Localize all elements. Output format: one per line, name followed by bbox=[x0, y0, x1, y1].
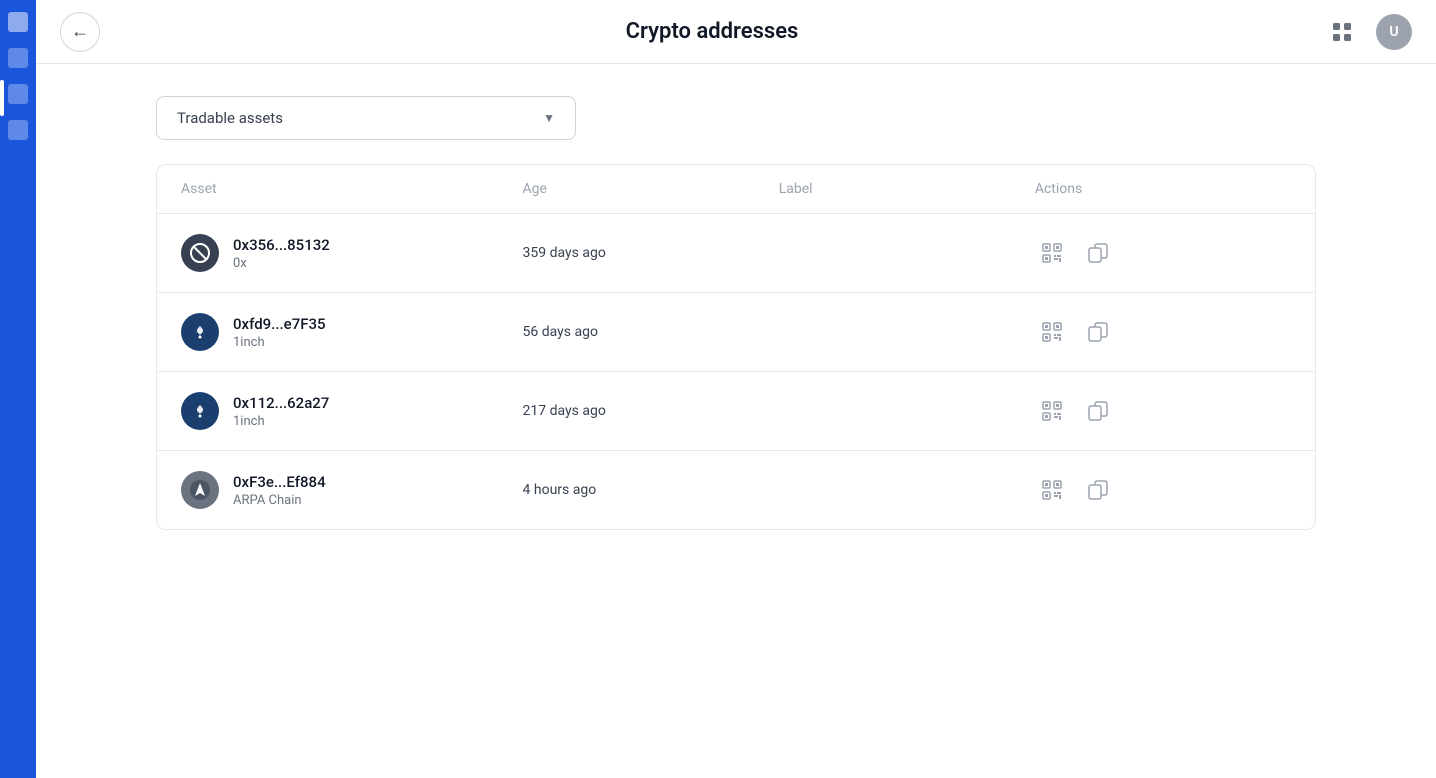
copy-button-1[interactable] bbox=[1081, 236, 1115, 270]
forbidden-icon bbox=[189, 242, 211, 264]
oneinch-icon bbox=[189, 321, 211, 343]
back-button[interactable]: ← bbox=[60, 12, 100, 52]
column-header-actions: Actions bbox=[1035, 181, 1291, 197]
asset-name-4: ARPA Chain bbox=[233, 493, 326, 508]
asset-cell-2: 0xfd9...e7F35 1inch bbox=[181, 313, 523, 351]
sidebar-icon-3[interactable] bbox=[8, 84, 28, 104]
table-header-row: Asset Age Label Actions bbox=[157, 165, 1315, 214]
actions-cell-2 bbox=[1035, 315, 1291, 349]
sidebar bbox=[0, 0, 36, 778]
header: ← Crypto addresses U bbox=[36, 0, 1436, 64]
column-header-age: Age bbox=[523, 181, 779, 197]
asset-info-1: 0x356...85132 0x bbox=[233, 236, 330, 271]
column-header-asset: Asset bbox=[181, 181, 523, 197]
asset-info-2: 0xfd9...e7F35 1inch bbox=[233, 315, 326, 350]
table-row: 0xfd9...e7F35 1inch 56 days ago bbox=[157, 293, 1315, 372]
sidebar-icon-1[interactable] bbox=[8, 12, 28, 32]
asset-info-4: 0xF3e...Ef884 ARPA Chain bbox=[233, 473, 326, 508]
asset-name-1: 0x bbox=[233, 256, 330, 271]
header-right: U bbox=[1324, 14, 1412, 50]
arpa-icon bbox=[189, 479, 211, 501]
qr-button-2[interactable] bbox=[1035, 315, 1069, 349]
asset-icon-2 bbox=[181, 313, 219, 351]
filter-container: Tradable assets ▼ bbox=[156, 96, 1316, 140]
asset-name-3: 1inch bbox=[233, 414, 329, 429]
asset-cell-1: 0x356...85132 0x bbox=[181, 234, 523, 272]
dropdown-label: Tradable assets bbox=[177, 109, 283, 127]
main-content: ← Crypto addresses U Tradabl bbox=[36, 0, 1436, 778]
asset-address-4: 0xF3e...Ef884 bbox=[233, 473, 326, 491]
qr-button-3[interactable] bbox=[1035, 394, 1069, 428]
page-title: Crypto addresses bbox=[626, 19, 799, 44]
addresses-table: Asset Age Label Actions 0x356...85132 bbox=[156, 164, 1316, 530]
age-cell-3: 217 days ago bbox=[523, 403, 779, 419]
qr-code-icon bbox=[1042, 243, 1062, 263]
copy-button-3[interactable] bbox=[1081, 394, 1115, 428]
asset-address-2: 0xfd9...e7F35 bbox=[233, 315, 326, 333]
asset-cell-3: 0x112...62a27 1inch bbox=[181, 392, 523, 430]
column-header-label: Label bbox=[779, 181, 1035, 197]
asset-icon-3 bbox=[181, 392, 219, 430]
sidebar-active-indicator bbox=[0, 80, 4, 116]
age-cell-2: 56 days ago bbox=[523, 324, 779, 340]
table-row: 0xF3e...Ef884 ARPA Chain 4 hours ago bbox=[157, 451, 1315, 529]
actions-cell-1 bbox=[1035, 236, 1291, 270]
qr-code-icon bbox=[1042, 480, 1062, 500]
asset-address-3: 0x112...62a27 bbox=[233, 394, 329, 412]
actions-cell-3 bbox=[1035, 394, 1291, 428]
asset-icon-4 bbox=[181, 471, 219, 509]
asset-name-2: 1inch bbox=[233, 335, 326, 350]
copy-icon bbox=[1088, 243, 1108, 263]
tradable-assets-dropdown[interactable]: Tradable assets ▼ bbox=[156, 96, 576, 140]
header-left: ← bbox=[60, 12, 100, 52]
sidebar-icon-4[interactable] bbox=[8, 120, 28, 140]
qr-code-icon bbox=[1042, 401, 1062, 421]
copy-icon bbox=[1088, 401, 1108, 421]
qr-button-4[interactable] bbox=[1035, 473, 1069, 507]
sidebar-icon-2[interactable] bbox=[8, 48, 28, 68]
grid-menu-button[interactable] bbox=[1324, 14, 1360, 50]
asset-cell-4: 0xF3e...Ef884 ARPA Chain bbox=[181, 471, 523, 509]
chevron-down-icon: ▼ bbox=[543, 111, 555, 125]
age-cell-1: 359 days ago bbox=[523, 245, 779, 261]
asset-address-1: 0x356...85132 bbox=[233, 236, 330, 254]
table-row: 0x112...62a27 1inch 217 days ago bbox=[157, 372, 1315, 451]
oneinch-icon bbox=[189, 400, 211, 422]
qr-button-1[interactable] bbox=[1035, 236, 1069, 270]
table-row: 0x356...85132 0x 359 days ago bbox=[157, 214, 1315, 293]
copy-icon bbox=[1088, 480, 1108, 500]
content-area: Tradable assets ▼ Asset Age Label Action… bbox=[36, 64, 1436, 562]
copy-button-4[interactable] bbox=[1081, 473, 1115, 507]
actions-cell-4 bbox=[1035, 473, 1291, 507]
asset-icon-1 bbox=[181, 234, 219, 272]
copy-icon bbox=[1088, 322, 1108, 342]
grid-icon bbox=[1331, 21, 1353, 43]
back-arrow-icon: ← bbox=[71, 21, 89, 42]
qr-code-icon bbox=[1042, 322, 1062, 342]
age-cell-4: 4 hours ago bbox=[523, 482, 779, 498]
user-avatar[interactable]: U bbox=[1376, 14, 1412, 50]
asset-info-3: 0x112...62a27 1inch bbox=[233, 394, 329, 429]
copy-button-2[interactable] bbox=[1081, 315, 1115, 349]
